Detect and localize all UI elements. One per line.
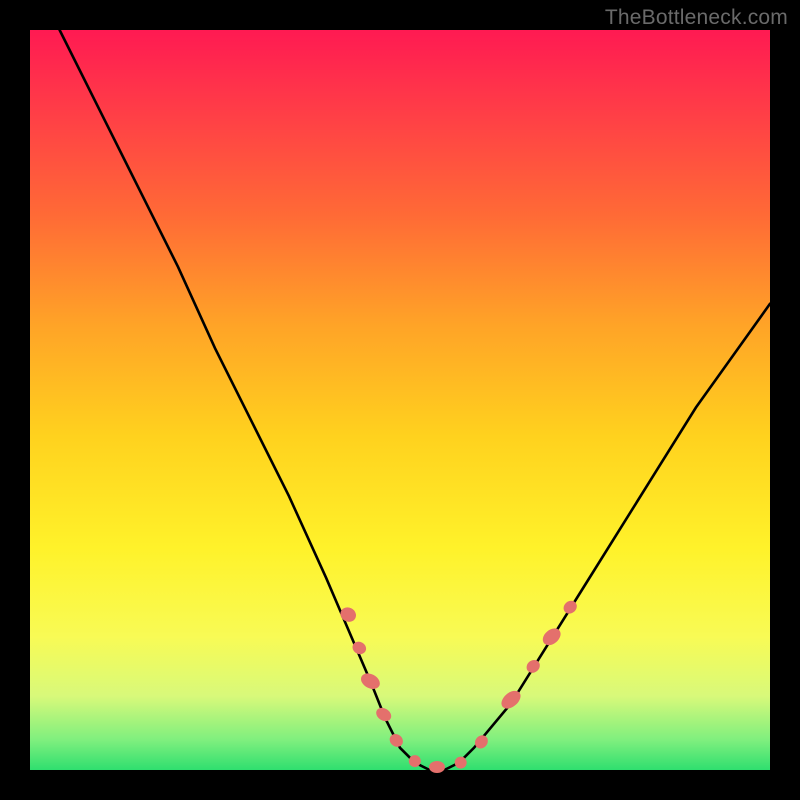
bottleneck-curve [60,30,770,770]
marker-right-cluster [540,625,564,649]
marker-left-cluster [338,605,359,625]
chart-svg [30,30,770,770]
curve-markers [338,598,580,773]
marker-left-cluster [358,670,382,692]
marker-right-cluster [561,598,579,616]
marker-right-cluster [524,657,542,675]
watermark-text: TheBottleneck.com [605,6,788,30]
marker-left-cluster [387,731,405,749]
plot-area [30,30,770,770]
chart-frame: TheBottleneck.com [0,0,800,800]
marker-bottom [429,761,445,773]
marker-left-cluster [374,705,394,724]
